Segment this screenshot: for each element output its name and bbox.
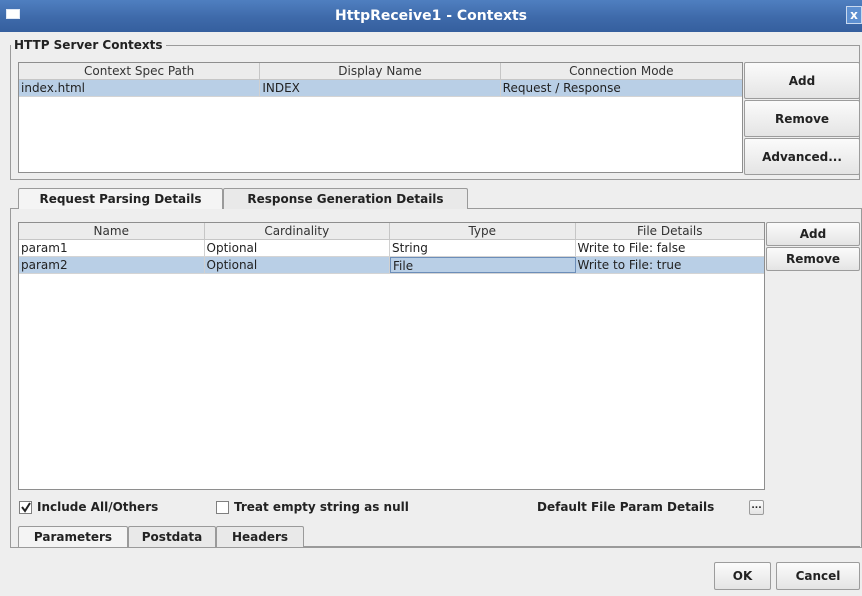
params-table-header: Name Cardinality Type File Details	[19, 223, 764, 240]
column-header-cardinality[interactable]: Cardinality	[205, 223, 390, 239]
table-row[interactable]: param2 Optional File Write to File: true	[19, 257, 764, 274]
tab-headers[interactable]: Headers	[216, 526, 304, 547]
cancel-button[interactable]: Cancel	[776, 562, 860, 590]
http-server-contexts-label: HTTP Server Contexts	[11, 38, 166, 52]
treat-empty-null-checkbox[interactable]: Treat empty string as null	[216, 500, 409, 514]
default-file-param-label: Default File Param Details	[537, 500, 715, 514]
contexts-table-header: Context Spec Path Display Name Connectio…	[19, 63, 742, 80]
include-all-others-checkbox[interactable]: Include All/Others	[19, 500, 158, 514]
default-file-param-button[interactable]: ...	[749, 500, 764, 515]
param-name-cell[interactable]: param2	[19, 257, 205, 273]
table-row[interactable]: index.html INDEX Request / Response	[19, 80, 742, 97]
param-type-cell[interactable]: File	[390, 257, 576, 273]
display-name-cell[interactable]: INDEX	[260, 80, 501, 96]
advanced-button[interactable]: Advanced...	[744, 138, 860, 175]
column-header-context-spec-path[interactable]: Context Spec Path	[19, 63, 261, 79]
param-name-cell[interactable]: param1	[19, 240, 205, 256]
param-cardinality-cell[interactable]: Optional	[205, 240, 390, 256]
param-type-cell[interactable]: String	[390, 240, 576, 256]
param-file-details-cell[interactable]: Write to File: true	[576, 257, 764, 273]
connection-mode-cell[interactable]: Request / Response	[501, 80, 742, 96]
param-cardinality-cell[interactable]: Optional	[205, 257, 390, 273]
remove-param-button[interactable]: Remove	[766, 247, 860, 271]
include-all-others-label: Include All/Others	[37, 500, 159, 514]
checkbox-checked-icon[interactable]	[19, 500, 32, 514]
add-param-button[interactable]: Add	[766, 222, 860, 246]
treat-empty-null-label: Treat empty string as null	[234, 500, 409, 514]
tab-postdata[interactable]: Postdata	[128, 526, 216, 547]
add-context-button[interactable]: Add	[744, 62, 860, 99]
param-file-details-cell[interactable]: Write to File: false	[576, 240, 764, 256]
close-button[interactable]: x	[846, 6, 862, 24]
column-header-name[interactable]: Name	[19, 223, 205, 239]
table-row[interactable]: param1 Optional String Write to File: fa…	[19, 240, 764, 257]
ok-button[interactable]: OK	[714, 562, 771, 590]
contexts-table[interactable]: Context Spec Path Display Name Connectio…	[18, 62, 743, 173]
tab-response-generation-details[interactable]: Response Generation Details	[223, 188, 468, 209]
checkbox-unchecked-icon[interactable]	[216, 500, 229, 514]
remove-context-button[interactable]: Remove	[744, 100, 860, 137]
tab-parameters[interactable]: Parameters	[18, 526, 128, 547]
column-header-connection-mode[interactable]: Connection Mode	[501, 63, 742, 79]
context-spec-path-cell[interactable]: index.html	[19, 80, 261, 96]
column-header-display-name[interactable]: Display Name	[260, 63, 501, 79]
tab-request-parsing-details[interactable]: Request Parsing Details	[18, 188, 223, 209]
column-header-type[interactable]: Type	[390, 223, 576, 239]
window-title: HttpReceive1 - Contexts	[334, 8, 527, 24]
column-header-file-details[interactable]: File Details	[576, 223, 764, 239]
params-table[interactable]: Name Cardinality Type File Details param…	[18, 222, 765, 490]
